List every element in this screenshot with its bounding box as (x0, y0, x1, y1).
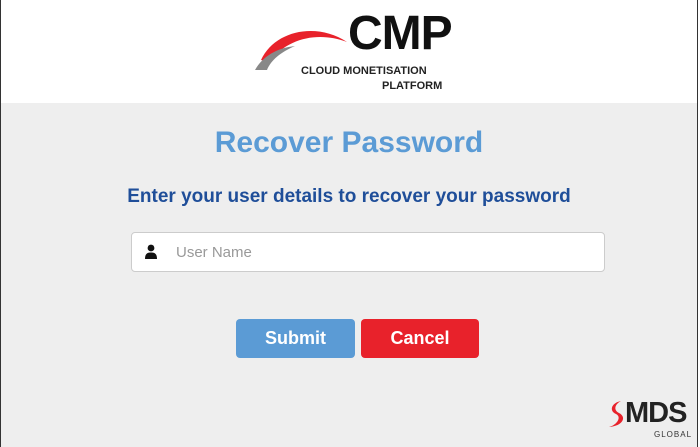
user-icon (145, 244, 157, 259)
page-subtitle: Enter your user details to recover your … (127, 186, 571, 207)
mds-logo: MDS GLOBAL (607, 396, 699, 447)
logo-subtitle-line2: PLATFORM (382, 80, 443, 92)
header: CMP CLOUD MONETISATION PLATFORM (1, 0, 697, 103)
mds-brand-sub: GLOBAL (654, 430, 693, 439)
logo-subtitle-line1: CLOUD MONETISATION (301, 65, 427, 77)
username-input[interactable] (176, 233, 596, 271)
cmp-logo: CMP CLOUD MONETISATION PLATFORM (255, 7, 465, 96)
mds-brand: MDS (625, 397, 687, 429)
submit-button[interactable]: Submit (236, 319, 355, 358)
mds-swoosh-icon (609, 401, 624, 427)
page-title: Recover Password (214, 126, 484, 159)
recover-password-page: CMP CLOUD MONETISATION PLATFORM Recover … (0, 0, 698, 447)
username-field[interactable] (131, 232, 605, 272)
cancel-button[interactable]: Cancel (361, 319, 479, 358)
cmp-arc-icon (255, 30, 347, 70)
logo-name: CMP (348, 7, 453, 60)
